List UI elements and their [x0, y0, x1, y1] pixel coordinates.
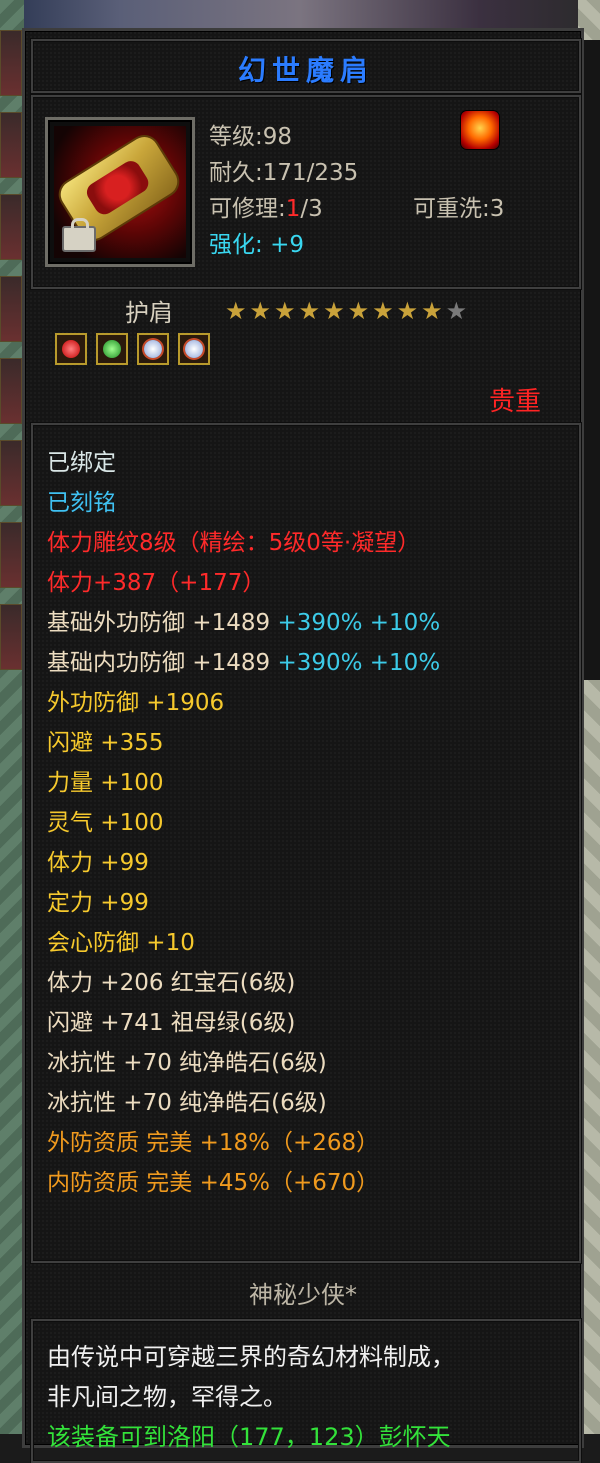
attribute-text: 力量 +100 [47, 770, 164, 796]
attribute-text: 体力 +206 红宝石(6级) [47, 970, 296, 996]
description-line: 由传说中可穿越三界的奇幻材料制成， [47, 1343, 455, 1371]
description-line: 该装备可到洛阳（177，123）彭怀天 [47, 1423, 451, 1451]
filled-stars: ★★★★★★★★★ [225, 297, 446, 325]
attribute-row: 体力 +206 红宝石(6级) [47, 963, 440, 1003]
attribute-row: 闪避 +355 [47, 723, 440, 763]
skill-slot[interactable] [0, 194, 22, 260]
attribute-text: 闪避 +355 [47, 730, 164, 756]
item-icon-frame [45, 117, 195, 267]
item-durability: 耐久:171/235 [209, 160, 359, 186]
description-panel: 由传说中可穿越三界的奇幻材料制成， 非凡间之物，罕得之。 该装备可到洛阳（177… [31, 1319, 581, 1463]
attribute-row: 已刻铭 [47, 483, 440, 523]
star-rating: ★★★★★★★★★★ [225, 297, 470, 325]
attribute-row: 已绑定 [47, 443, 440, 483]
skill-slot[interactable] [0, 522, 22, 588]
attribute-row: 体力雕纹8级（精绘：5级0等·凝望） [47, 523, 440, 563]
title-bar: 幻世魔肩 [31, 39, 581, 93]
skill-slot[interactable] [0, 440, 22, 506]
rarity-label: 贵重 [488, 387, 541, 417]
attribute-text: 灵气 +100 [47, 810, 164, 836]
item-info-panel: 等级:98 耐久:171/235 可修理:1/3 可重洗:3 强化: +9 [31, 95, 581, 289]
item-enhance: 强化: +9 [209, 232, 304, 258]
skill-slot[interactable] [0, 276, 22, 342]
shoulder-armor-icon [54, 126, 186, 258]
item-rewash: 可重洗:3 [413, 196, 505, 222]
attribute-text: 外防资质 完美 +18%（+268） [47, 1130, 380, 1156]
item-level: 等级:98 [209, 124, 293, 150]
skill-slot[interactable] [0, 112, 22, 178]
attribute-text: 闪避 +741 祖母绿(6级) [47, 1010, 296, 1036]
item-repairable: 可修理:1/3 [209, 196, 323, 222]
item-type-row: 护肩 ★★★★★★★★★★ 贵重 [25, 293, 581, 417]
attribute-row: 基础内功防御 +1489 +390% +10% [47, 643, 440, 683]
skill-slot[interactable] [0, 30, 22, 96]
attribute-text: 已绑定 [47, 450, 116, 476]
skill-slot[interactable] [0, 358, 22, 424]
description-line: 非凡间之物，罕得之。 [47, 1383, 287, 1411]
item-description: 由传说中可穿越三界的奇幻材料制成， 非凡间之物，罕得之。 该装备可到洛阳（177… [47, 1337, 455, 1457]
attribute-text: 体力雕纹8级（精绘：5级0等·凝望） [47, 530, 421, 556]
attribute-row: 外防资质 完美 +18%（+268） [47, 1123, 440, 1163]
left-skill-bar [0, 30, 22, 686]
attribute-row: 内防资质 完美 +45%（+670） [47, 1163, 440, 1203]
attribute-row: 定力 +99 [47, 883, 440, 923]
attribute-row: 外功防御 +1906 [47, 683, 440, 723]
attribute-text: 已刻铭 [47, 490, 116, 516]
empty-star: ★ [445, 297, 471, 325]
attribute-row: 基础外功防御 +1489 +390% +10% [47, 603, 440, 643]
attribute-row: 会心防御 +10 [47, 923, 440, 963]
attribute-text: 定力 +99 [47, 890, 149, 916]
lock-icon [62, 218, 96, 252]
ruby-gem-icon [55, 333, 87, 365]
attribute-row: 灵气 +100 [47, 803, 440, 843]
item-name: 幻世魔肩 [237, 54, 374, 87]
attribute-row: 体力+387（+177） [47, 563, 440, 603]
emerald-gem-icon [96, 333, 129, 365]
diamond-gem-icon [178, 333, 211, 365]
attribute-row: 体力 +99 [47, 843, 440, 883]
attribute-text: 内防资质 完美 +45%（+670） [47, 1170, 380, 1196]
attribute-row: 闪避 +741 祖母绿(6级) [47, 1003, 440, 1043]
item-tooltip: 幻世魔肩 等级:98 耐久:171/235 可修理:1/3 可重洗:3 强化: … [22, 28, 584, 1463]
diamond-gem-icon [137, 333, 170, 365]
gem-sockets [55, 333, 214, 369]
attribute-row: 冰抗性 +70 纯净皓石(6级) [47, 1043, 440, 1083]
skill-slot[interactable] [0, 604, 22, 670]
attribute-text: 体力+387（+177） [47, 570, 266, 596]
attribute-text: 体力 +99 [47, 850, 149, 876]
attribute-row: 冰抗性 +70 纯净皓石(6级) [47, 1083, 440, 1123]
item-author: 神秘少侠* [249, 1281, 357, 1309]
attribute-text: 冰抗性 +70 纯净皓石(6级) [47, 1090, 327, 1116]
attribute-panel: 已绑定已刻铭体力雕纹8级（精绘：5级0等·凝望） 体力+387（+177） 基础外功… [31, 423, 581, 1263]
attribute-text: 冰抗性 +70 纯净皓石(6级) [47, 1050, 327, 1076]
attribute-text: 基础内功防御 +1489 [47, 650, 278, 676]
attribute-text: 会心防御 +10 [47, 930, 195, 956]
attribute-row: 力量 +100 [47, 763, 440, 803]
flame-emblem-icon [461, 111, 499, 149]
attribute-percent: +390% +10% [277, 650, 441, 676]
item-type: 护肩 [125, 299, 173, 327]
attribute-text: 外功防御 +1906 [47, 690, 225, 716]
attribute-text: 基础外功防御 +1489 [47, 610, 278, 636]
attribute-list: 已绑定已刻铭体力雕纹8级（精绘：5级0等·凝望） 体力+387（+177） 基础外功… [47, 443, 440, 1203]
attribute-percent: +390% +10% [277, 610, 441, 636]
